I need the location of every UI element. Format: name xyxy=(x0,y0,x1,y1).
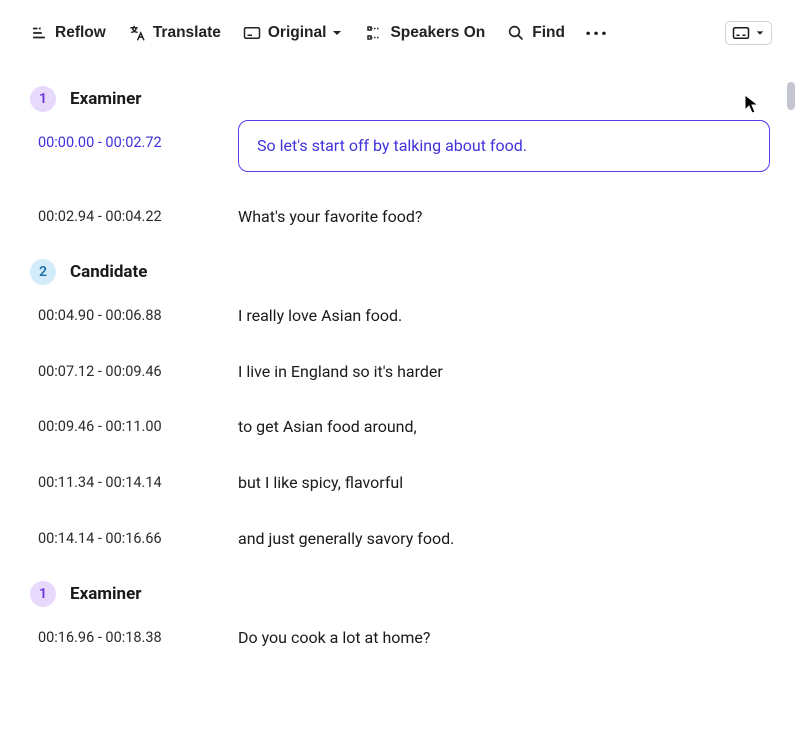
speakers-label: Speakers On xyxy=(390,24,485,42)
reflow-label: Reflow xyxy=(55,24,106,42)
line-text[interactable]: and just generally savory food. xyxy=(238,526,770,550)
transcript-line[interactable]: 00:14.14 - 00:16.66 and just generally s… xyxy=(38,526,770,550)
find-label: Find xyxy=(532,24,565,42)
caption-icon xyxy=(732,26,750,40)
line-text[interactable]: So let's start off by talking about food… xyxy=(238,120,770,172)
speaker-header-examiner[interactable]: 1 Examiner xyxy=(30,86,770,112)
timestamp: 00:04.90 - 00:06.88 xyxy=(38,303,210,324)
line-text[interactable]: I really love Asian food. xyxy=(238,303,770,327)
transcript-line[interactable]: 00:11.34 - 00:14.14 but I like spicy, fl… xyxy=(38,470,770,494)
original-label: Original xyxy=(268,24,327,42)
speaker-name: Examiner xyxy=(70,584,141,604)
translate-button[interactable]: Translate xyxy=(126,20,223,46)
timestamp: 00:02.94 - 00:04.22 xyxy=(38,204,210,225)
line-text[interactable]: I live in England so it's harder xyxy=(238,359,770,383)
transcript-line[interactable]: 00:00.00 - 00:02.72 So let's start off b… xyxy=(38,130,770,172)
timestamp: 00:09.46 - 00:11.00 xyxy=(38,414,210,435)
line-text[interactable]: to get Asian food around, xyxy=(238,414,770,438)
transcript-line[interactable]: 00:04.90 - 00:06.88 I really love Asian … xyxy=(38,303,770,327)
subtitle-icon xyxy=(243,26,261,40)
line-text[interactable]: Do you cook a lot at home? xyxy=(238,625,770,649)
transcript-line[interactable]: 00:16.96 - 00:18.38 Do you cook a lot at… xyxy=(38,625,770,649)
speaker-badge: 1 xyxy=(30,581,56,607)
chevron-down-icon xyxy=(331,27,343,39)
transcript-line[interactable]: 00:02.94 - 00:04.22 What's your favorite… xyxy=(38,204,770,228)
timestamp: 00:14.14 - 00:16.66 xyxy=(38,526,210,547)
speaker-name: Examiner xyxy=(70,89,141,109)
reflow-icon xyxy=(30,24,48,42)
timestamp: 00:16.96 - 00:18.38 xyxy=(38,625,210,646)
speaker-badge: 1 xyxy=(30,86,56,112)
translate-icon xyxy=(128,24,146,42)
transcript-line[interactable]: 00:09.46 - 00:11.00 to get Asian food ar… xyxy=(38,414,770,438)
transcript-area: 1 Examiner 00:00.00 - 00:02.72 So let's … xyxy=(0,80,800,730)
find-button[interactable]: Find xyxy=(505,20,567,46)
timestamp: 00:11.34 - 00:14.14 xyxy=(38,470,210,491)
timestamp: 00:07.12 - 00:09.46 xyxy=(38,359,210,380)
line-text[interactable]: but I like spicy, flavorful xyxy=(238,470,770,494)
speaker-header-candidate[interactable]: 2 Candidate xyxy=(30,259,770,285)
line-text[interactable]: What's your favorite food? xyxy=(238,204,770,228)
speaker-header-examiner[interactable]: 1 Examiner xyxy=(30,581,770,607)
reflow-button[interactable]: Reflow xyxy=(28,20,108,46)
speaker-name: Candidate xyxy=(70,262,147,282)
speaker-badge: 2 xyxy=(30,259,56,285)
timestamp: 00:00.00 - 00:02.72 xyxy=(38,130,210,151)
translate-label: Translate xyxy=(153,24,221,42)
scrollbar-thumb[interactable] xyxy=(787,82,795,110)
chevron-down-icon xyxy=(755,28,765,38)
speakers-icon xyxy=(365,24,383,42)
original-button[interactable]: Original xyxy=(241,20,346,46)
toolbar: Reflow Translate Original xyxy=(0,0,800,62)
scrollbar[interactable] xyxy=(787,82,795,710)
transcript-line[interactable]: 00:07.12 - 00:09.46 I live in England so… xyxy=(38,359,770,383)
caption-style-button[interactable] xyxy=(725,21,772,45)
search-icon xyxy=(507,24,525,42)
speakers-button[interactable]: Speakers On xyxy=(363,20,487,46)
